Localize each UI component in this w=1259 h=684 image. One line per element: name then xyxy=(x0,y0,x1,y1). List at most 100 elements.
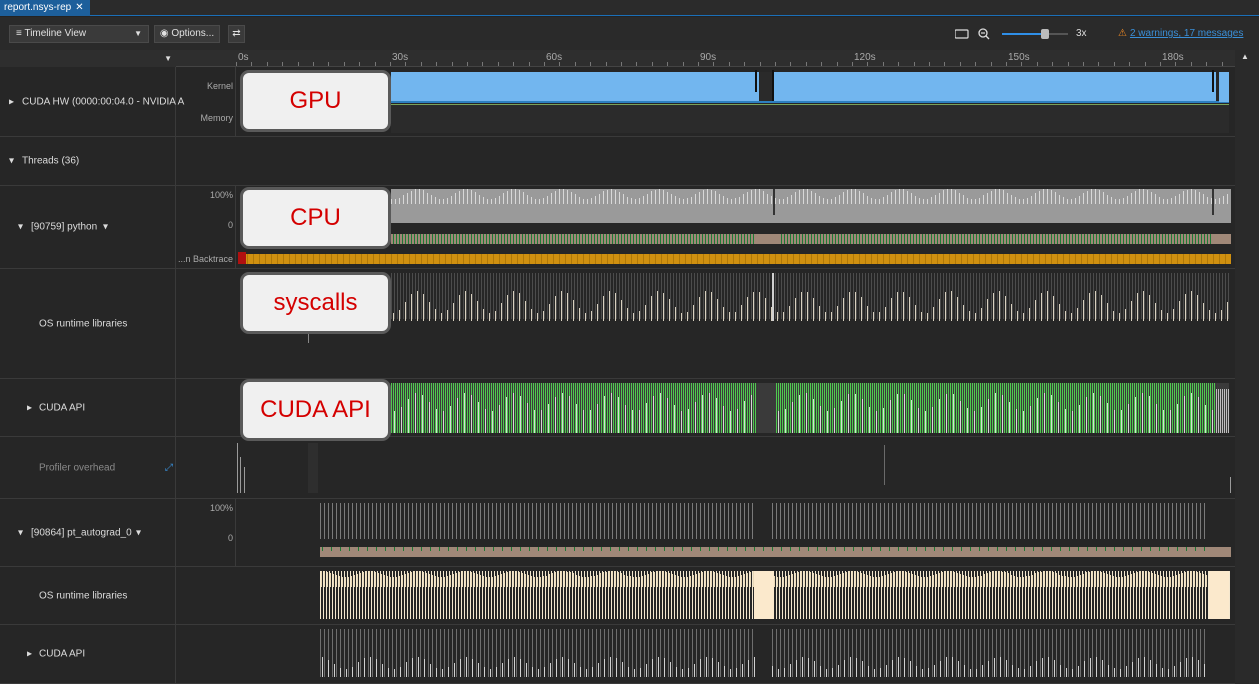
os-call-2 xyxy=(1178,571,1179,619)
autograd-cpu-bar xyxy=(1036,503,1037,539)
row-label[interactable]: ▸ CUDA HW (0000:00:04.0 - NVIDIA A xyxy=(0,67,184,136)
os-call-2-shade xyxy=(378,573,379,587)
os-call-2-shade xyxy=(696,574,697,587)
autograd-cpu-bar xyxy=(736,503,737,539)
expand-arrow-icon[interactable]: ▸ xyxy=(9,96,14,107)
cuda-api-2-call xyxy=(1004,629,1005,677)
row-label[interactable]: ▸ CUDA API xyxy=(0,625,176,683)
row-label[interactable]: ▾ Threads (36) xyxy=(0,137,176,185)
row-label[interactable]: ▸ CUDA API xyxy=(0,379,176,436)
collapse-arrow-icon[interactable]: ▾ xyxy=(18,222,23,233)
close-icon[interactable]: ✕ xyxy=(75,2,83,13)
cuda-api-call xyxy=(1060,383,1061,433)
os-call xyxy=(627,308,628,321)
thread-state-running xyxy=(705,234,706,244)
os-call-2-shade xyxy=(786,576,787,587)
backtrace-segment xyxy=(1021,254,1022,264)
os-call-2 xyxy=(740,571,741,619)
collapse-arrow-icon[interactable]: ▾ xyxy=(18,527,23,538)
os-call-2-shade xyxy=(324,571,325,587)
os-call-bg xyxy=(1192,273,1193,319)
thread-state-running xyxy=(1024,234,1025,244)
os-call-bg xyxy=(859,273,860,319)
options-button[interactable]: ◉ Options... xyxy=(154,25,220,43)
track-autograd[interactable] xyxy=(236,499,1235,566)
cuda-api-call xyxy=(413,383,414,433)
os-call-bg xyxy=(763,273,764,319)
os-call-bg xyxy=(1042,273,1043,319)
cuda-api-2-sync xyxy=(1132,662,1133,677)
cpu-usage-peak xyxy=(451,196,452,204)
autograd-cpu-bar xyxy=(472,503,473,539)
os-call-2 xyxy=(689,571,690,619)
cuda-api-2-call xyxy=(668,629,669,677)
os-call xyxy=(1131,301,1132,321)
cuda-api-call xyxy=(1152,383,1153,433)
os-call-bg xyxy=(979,273,980,319)
vertical-scrollbar[interactable]: ▲ xyxy=(1235,50,1259,684)
collapse-arrow-icon[interactable]: ▾ xyxy=(9,156,14,167)
os-call-bg xyxy=(652,273,653,319)
view-select[interactable]: ≡ Timeline View ▼ xyxy=(9,25,149,43)
scroll-up-icon[interactable]: ▲ xyxy=(1241,52,1249,61)
thread-state-running xyxy=(1162,234,1163,244)
tab-report[interactable]: report.nsys-rep ✕ xyxy=(0,0,90,16)
cuda-api-call xyxy=(455,383,456,433)
autograd-cpu-bar xyxy=(604,503,605,539)
os-call-2 xyxy=(680,571,681,619)
thread-state-running xyxy=(1033,234,1034,244)
swap-button[interactable]: ⇄ xyxy=(228,25,245,43)
warnings-link[interactable]: ⚠ 2 warnings, 17 messages xyxy=(1118,28,1243,39)
os-call xyxy=(441,313,442,321)
os-call-2-shade xyxy=(561,571,562,587)
cpu-usage-peak xyxy=(955,190,956,204)
track-threads[interactable] xyxy=(176,137,1235,185)
cuda-api-call xyxy=(495,383,496,433)
thread-state-running xyxy=(943,234,944,244)
cuda-api-call xyxy=(996,383,997,433)
cuda-api-call xyxy=(469,383,470,433)
thread-state-running xyxy=(648,234,649,244)
cuda-api-2-sync xyxy=(532,667,533,677)
link-icon[interactable]: ⤢ xyxy=(165,462,173,473)
backtrace-segment xyxy=(1087,254,1088,264)
autograd-state-running xyxy=(835,547,836,551)
chevron-down-icon[interactable]: ▾ xyxy=(103,222,108,233)
row-label[interactable]: Profiler overhead ⤢ xyxy=(0,437,176,498)
cuda-api-sync xyxy=(1128,404,1129,433)
row-label[interactable]: ▾ [90864] pt_autograd_0 ▾ xyxy=(0,499,176,566)
row-label[interactable]: OS runtime libraries xyxy=(0,567,176,624)
chevron-down-icon[interactable]: ▼ xyxy=(164,54,172,63)
eye-icon: ◉ xyxy=(159,28,169,39)
cuda-api-call xyxy=(1064,383,1065,433)
os-call-2-shade xyxy=(924,577,925,587)
cuda-api-call xyxy=(623,383,624,433)
os-call-2 xyxy=(599,571,600,619)
track-profiler-overhead[interactable] xyxy=(236,437,1235,498)
thread-state-running xyxy=(1078,234,1079,244)
cpu-usage-peak xyxy=(747,192,748,204)
expand-arrow-icon[interactable]: ▸ xyxy=(27,402,32,413)
os-call xyxy=(975,313,976,321)
cuda-api-call xyxy=(565,383,566,433)
autograd-cpu-bar xyxy=(688,503,689,539)
cpu-usage-peak xyxy=(923,199,924,204)
os-call-bg xyxy=(397,273,398,319)
thread-state-running xyxy=(513,234,514,244)
cpu-usage-peak xyxy=(899,189,900,204)
track-os-runtime-2[interactable] xyxy=(236,567,1235,624)
cuda-api-sync xyxy=(1198,397,1199,433)
row-label[interactable]: OS runtime libraries xyxy=(0,269,176,378)
os-call-2-shade xyxy=(384,575,385,587)
row-label[interactable]: ▾ [90759] python ▾ xyxy=(0,186,176,268)
cuda-api-2-call xyxy=(920,629,921,677)
os-call-2 xyxy=(434,571,435,619)
os-call-bg xyxy=(811,273,812,319)
os-call-bg xyxy=(445,273,446,319)
track-cuda-api-2[interactable] xyxy=(236,625,1235,683)
autograd-cpu-bar xyxy=(436,503,437,539)
thread-state-running xyxy=(865,234,866,244)
chevron-down-icon[interactable]: ▾ xyxy=(136,527,141,538)
cuda-api-tail xyxy=(1228,389,1229,433)
expand-arrow-icon[interactable]: ▸ xyxy=(27,649,32,660)
